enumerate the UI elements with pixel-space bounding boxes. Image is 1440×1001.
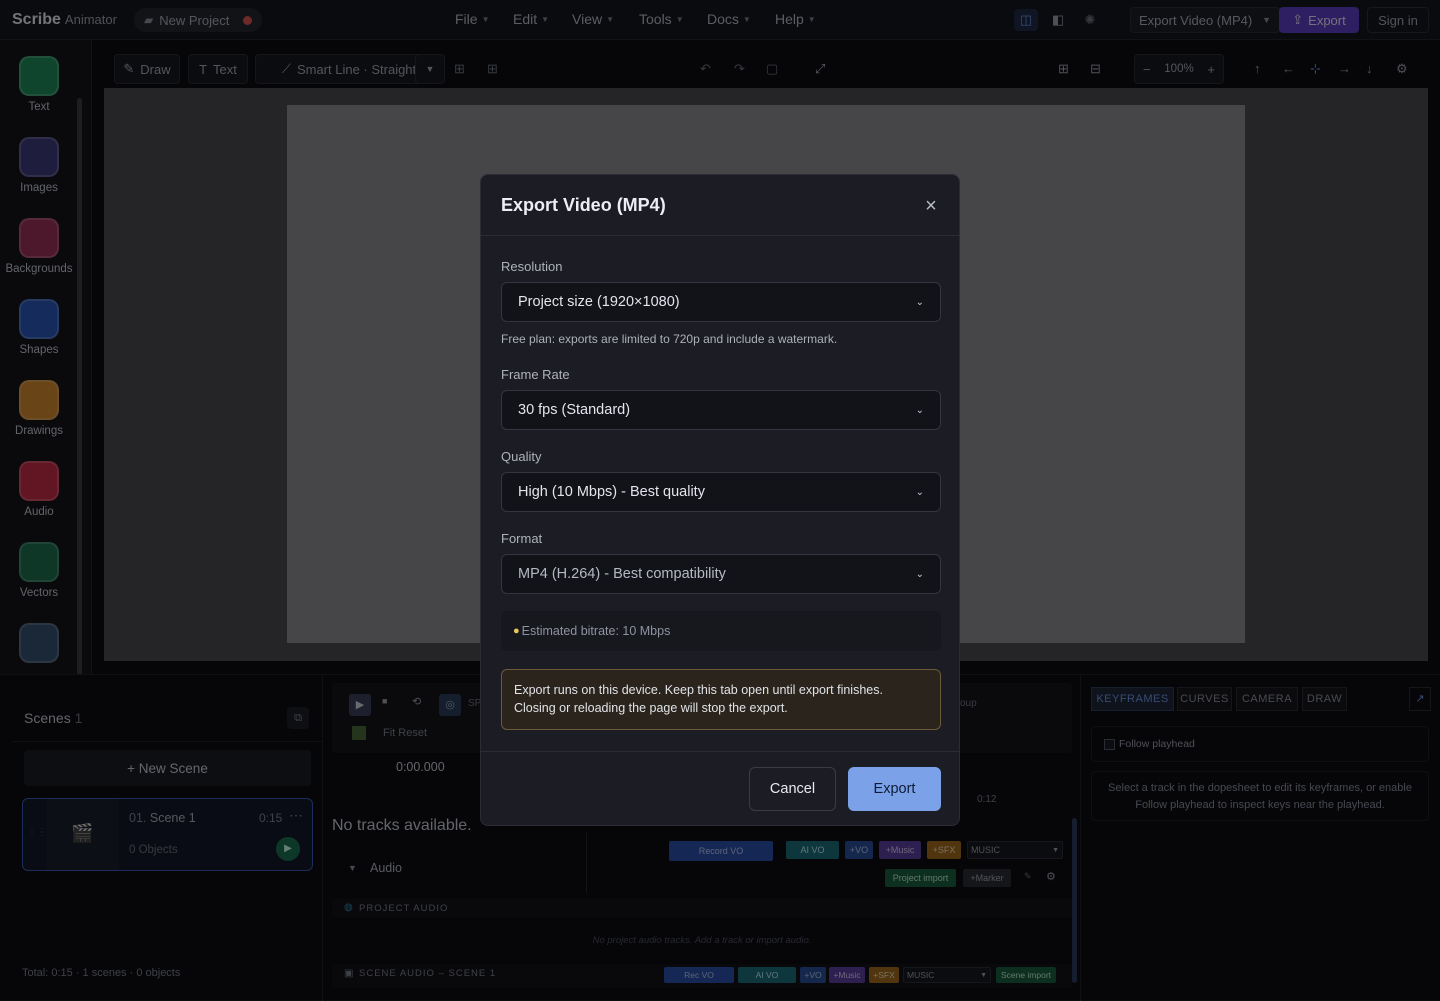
quality-value: High (10 Mbps) - Best quality — [518, 484, 705, 500]
framerate-select[interactable]: 30 fps (Standard) ⌄ — [501, 390, 941, 430]
quality-label: Quality — [501, 449, 542, 464]
cancel-button[interactable]: Cancel — [749, 767, 836, 811]
resolution-label: Resolution — [501, 259, 563, 274]
chevron-down-icon: ⌄ — [915, 568, 924, 580]
close-icon[interactable]: × — [921, 195, 941, 219]
bitrate-estimate: ● Estimated bitrate: 10 Mbps — [501, 611, 941, 651]
framerate-value: 30 fps (Standard) — [518, 402, 631, 418]
divider — [481, 751, 959, 752]
export-warning: Export runs on this device. Keep this ta… — [501, 669, 941, 730]
chevron-down-icon: ⌄ — [915, 404, 924, 416]
bitrate-text: Estimated bitrate: 10 Mbps — [521, 624, 671, 638]
confirm-export-button[interactable]: Export — [848, 767, 941, 811]
format-select[interactable]: MP4 (H.264) - Best compatibility ⌄ — [501, 554, 941, 594]
export-dialog: Export Video (MP4) × Resolution Project … — [480, 174, 960, 826]
chevron-down-icon: ⌄ — [915, 296, 924, 308]
lightbulb-icon: ● — [513, 625, 520, 637]
quality-select[interactable]: High (10 Mbps) - Best quality ⌄ — [501, 472, 941, 512]
format-value: MP4 (H.264) - Best compatibility — [518, 566, 726, 582]
divider — [481, 235, 959, 236]
warning-line-2: Closing or reloading the page will stop … — [514, 701, 788, 715]
format-label: Format — [501, 531, 543, 546]
resolution-select[interactable]: Project size (1920×1080) ⌄ — [501, 282, 941, 322]
framerate-label: Frame Rate — [501, 367, 570, 382]
resolution-hint: Free plan: exports are limited to 720p a… — [501, 332, 838, 346]
warning-line-1: Export runs on this device. Keep this ta… — [514, 683, 883, 697]
dialog-title: Export Video (MP4) — [501, 195, 666, 215]
resolution-value: Project size (1920×1080) — [518, 294, 680, 310]
chevron-down-icon: ⌄ — [915, 486, 924, 498]
